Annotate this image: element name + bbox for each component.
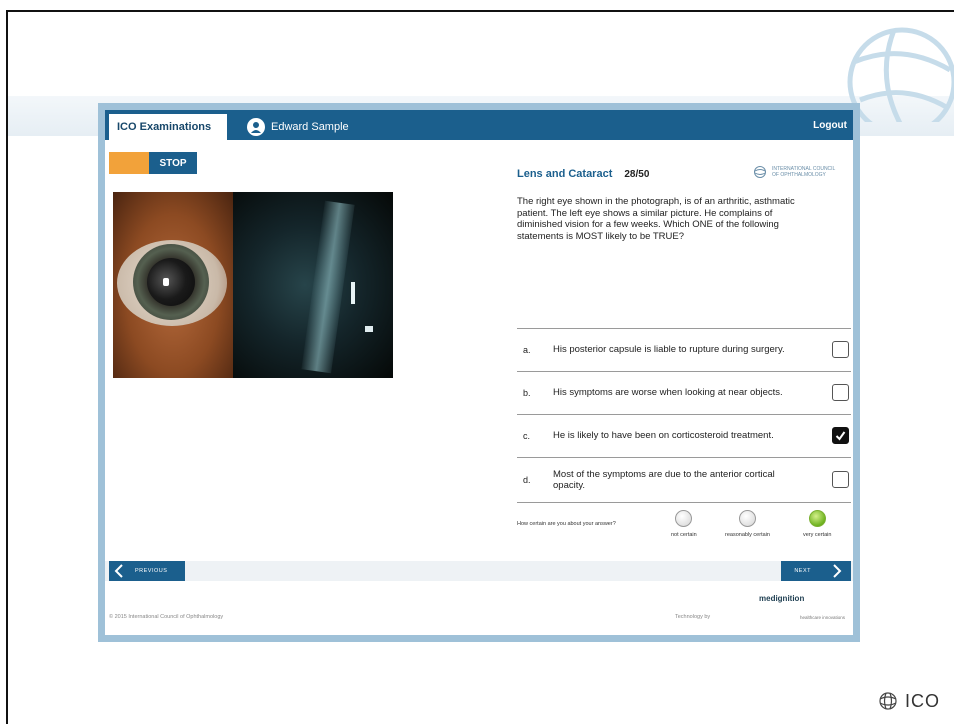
question-category: Lens and Cataract (517, 168, 613, 180)
option-text: His symptoms are worse when looking at n… (553, 387, 783, 399)
certainty-question: How certain are you about your answer? (517, 521, 616, 527)
certainty-option-label: very certain (803, 532, 832, 538)
question-text: The right eye shown in the photograph, i… (517, 196, 795, 242)
certainty-reasonably-certain[interactable]: reasonably certain (725, 510, 770, 538)
answer-option-a[interactable]: a. His posterior capsule is liable to ru… (517, 328, 851, 371)
tab-ico-examinations[interactable]: ICO Examinations (109, 114, 227, 140)
stop-control: STOP (109, 152, 197, 174)
brand-subtitle: healthcare innovations (799, 615, 845, 620)
certainty-option-label: not certain (671, 532, 697, 538)
user-info: Edward Sample (247, 114, 349, 140)
option-text: He is likely to have been on corticoster… (553, 430, 774, 442)
radio-reasonably-certain[interactable] (738, 510, 756, 527)
eye-photo-left (113, 192, 233, 378)
certainty-option-label: reasonably certain (725, 532, 770, 538)
user-name: Edward Sample (271, 121, 349, 133)
option-checkbox-c[interactable] (832, 427, 849, 444)
certainty-very-certain[interactable]: very certain (803, 510, 831, 538)
exam-app-window: ICO Examinations Edward Sample Logout ST… (98, 103, 860, 642)
next-button[interactable]: NEXT (781, 561, 851, 581)
council-logo: INTERNATIONAL COUNCIL OF OPHTHALMOLOGY (753, 165, 842, 179)
avatar (247, 118, 265, 136)
user-icon (251, 122, 261, 133)
answer-option-c[interactable]: c. He is likely to have been on corticos… (517, 414, 851, 457)
council-logo-text: INTERNATIONAL COUNCIL OF OPHTHALMOLOGY (772, 166, 836, 178)
certainty-not-certain[interactable]: not certain (671, 510, 697, 538)
answer-options: a. His posterior capsule is liable to ru… (517, 328, 851, 503)
ico-globe-icon (879, 692, 897, 710)
option-checkbox-d[interactable] (832, 471, 849, 488)
option-checkbox-a[interactable] (832, 341, 849, 358)
radio-not-certain[interactable] (675, 510, 693, 527)
previous-button[interactable]: PREVIOUS (109, 561, 185, 581)
eye-photo-slitlamp (233, 192, 393, 378)
option-letter: a. (523, 345, 531, 355)
footer-copyright: © 2015 International Council of Ophthalm… (109, 614, 224, 620)
answer-option-b[interactable]: b. His symptoms are worse when looking a… (517, 371, 851, 414)
logout-link[interactable]: Logout (813, 120, 847, 131)
certainty-selector: How certain are you about your answer? n… (517, 510, 851, 550)
answer-option-d[interactable]: d. Most of the symptoms are due to the a… (517, 457, 851, 503)
checkmark-icon (835, 431, 846, 441)
eye-photograph (113, 192, 393, 378)
stop-button[interactable]: STOP (149, 152, 197, 174)
previous-label: PREVIOUS (135, 568, 168, 574)
option-letter: d. (523, 475, 531, 485)
footer-technology-by: Technology by (675, 614, 711, 620)
option-text: His posterior capsule is liable to ruptu… (553, 344, 785, 356)
option-checkbox-b[interactable] (832, 384, 849, 401)
next-label: NEXT (794, 568, 811, 574)
option-letter: b. (523, 388, 531, 398)
ico-logo: ICO (877, 690, 940, 712)
brand-name: medignition (759, 594, 805, 603)
option-text: Most of the symptoms are due to the ante… (553, 468, 775, 492)
council-globe-icon (754, 166, 766, 178)
radio-very-certain[interactable] (808, 510, 826, 527)
navigation-bar: PREVIOUS NEXT (105, 561, 853, 581)
option-letter: c. (523, 431, 531, 441)
question-header: Lens and Cataract 28/50 (517, 168, 649, 180)
stop-indicator (109, 152, 149, 174)
chevron-right-icon (833, 564, 842, 578)
question-counter: 28/50 (624, 168, 650, 180)
app-header: ICO Examinations Edward Sample Logout (105, 110, 853, 140)
medignition-logo: medignition healthcare innovations (759, 594, 845, 620)
ico-logo-text: ICO (904, 690, 940, 711)
chevron-left-icon (114, 564, 123, 578)
